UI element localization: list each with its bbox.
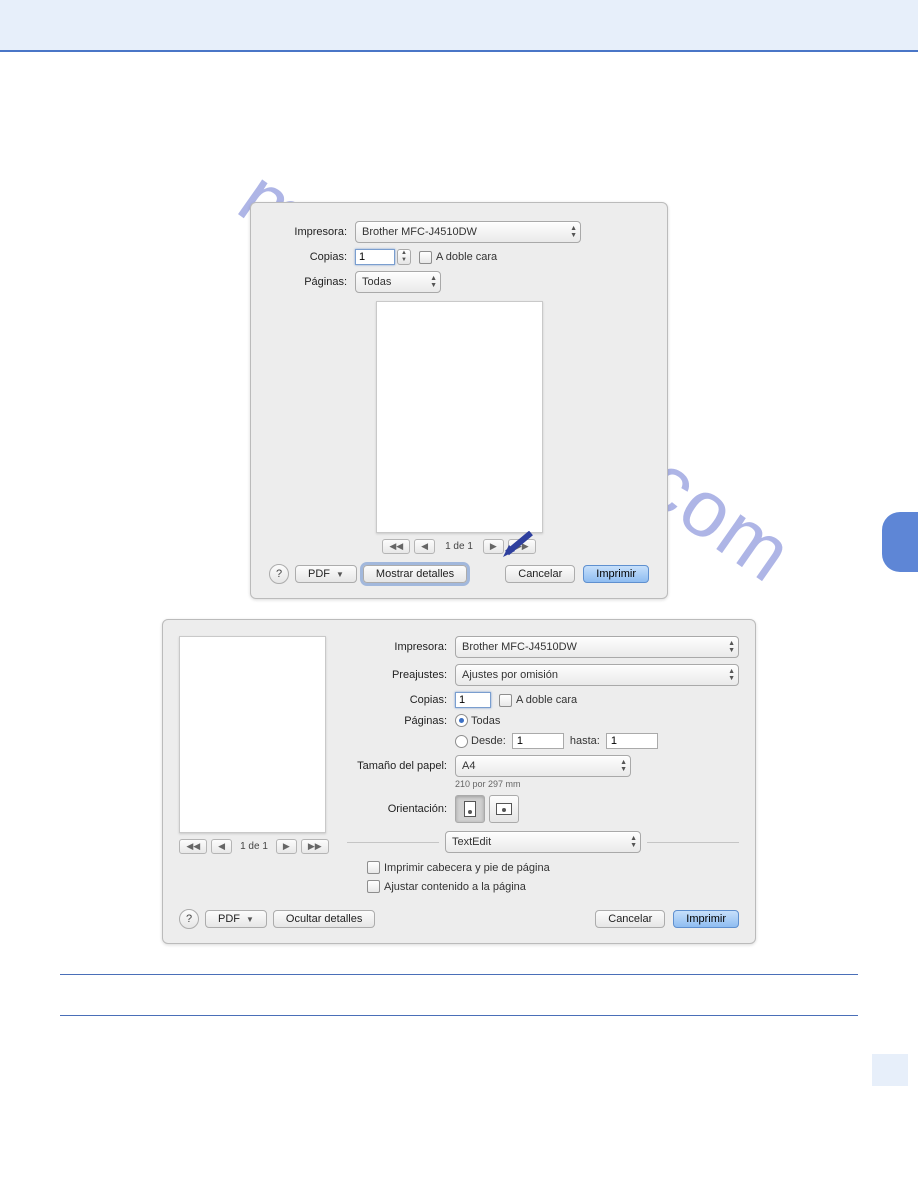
preview-nav: ◀◀ ◀ 1 de 1 ▶ ▶▶ [269, 539, 649, 554]
settings-pane: Impresora: Brother MFC-J4510DW ▲▼ Preaju… [347, 636, 739, 899]
printer-select[interactable]: Brother MFC-J4510DW ▲▼ [355, 221, 581, 243]
fit-content-checkbox[interactable] [367, 880, 380, 893]
printer-label: Impresora: [347, 641, 455, 653]
preview-pane: ◀◀ ◀ 1 de 1 ▶ ▶▶ [179, 636, 329, 899]
updown-icon: ▲▼ [630, 835, 637, 849]
twosided-label: A doble cara [516, 694, 577, 706]
first-page-button[interactable]: ◀◀ [179, 839, 207, 854]
pages-all-radio[interactable] [455, 714, 468, 727]
copies-stepper[interactable]: ▲▼ [397, 249, 411, 265]
twosided-label: A doble cara [436, 251, 497, 263]
page-content: manualshive.com Impresora: Brother MFC-J… [0, 52, 918, 1096]
prev-page-button[interactable]: ◀ [414, 539, 435, 554]
copies-label: Copias: [269, 251, 355, 263]
print-label: Imprimir [596, 568, 636, 580]
presets-value: Ajustes por omisión [462, 669, 558, 681]
print-dialog-compact: Impresora: Brother MFC-J4510DW ▲▼ Copias… [250, 202, 668, 599]
pages-select[interactable]: Todas ▲▼ [355, 271, 441, 293]
page-number-box [872, 1054, 908, 1086]
updown-icon: ▲▼ [430, 275, 437, 289]
arrow-callout-icon [501, 531, 535, 559]
cancel-label: Cancelar [608, 913, 652, 925]
cancel-button[interactable]: Cancelar [505, 565, 575, 583]
pages-label: Páginas: [269, 276, 355, 288]
pages-label: Páginas: [347, 715, 455, 727]
copies-input[interactable] [355, 249, 395, 265]
pages-range-radio[interactable] [455, 735, 468, 748]
pages-all-label: Todas [471, 715, 500, 727]
updown-icon: ▲▼ [728, 640, 735, 654]
orientation-label: Orientación: [347, 803, 455, 815]
pdf-label: PDF [218, 913, 240, 925]
papersize-value: A4 [462, 760, 475, 772]
next-page-button[interactable]: ▶ [276, 839, 297, 854]
copies-input[interactable] [455, 692, 491, 708]
from-label: Desde: [471, 735, 506, 747]
help-button[interactable]: ? [179, 909, 199, 929]
paper-dimensions: 210 por 297 mm [455, 779, 521, 789]
from-input[interactable] [512, 733, 564, 749]
dialog1-bottom-bar: ? PDF ▼ Mostrar detalles Cancelar Imprim… [269, 564, 649, 584]
pages-value: Todas [362, 276, 391, 288]
header-footer-label: Imprimir cabecera y pie de página [384, 862, 550, 874]
page-preview [376, 301, 543, 533]
show-details-button[interactable]: Mostrar detalles [363, 565, 467, 583]
orientation-landscape-button[interactable] [489, 795, 519, 823]
cancel-label: Cancelar [518, 568, 562, 580]
printer-label: Impresora: [269, 226, 355, 238]
last-page-button[interactable]: ▶▶ [301, 839, 329, 854]
papersize-select[interactable]: A4 ▲▼ [455, 755, 631, 777]
updown-icon: ▲▼ [570, 225, 577, 239]
hide-details-button[interactable]: Ocultar detalles [273, 910, 375, 928]
header-band [0, 0, 918, 52]
twosided-checkbox[interactable] [419, 251, 432, 264]
presets-select[interactable]: Ajustes por omisión ▲▼ [455, 664, 739, 686]
portrait-icon [464, 801, 476, 817]
help-button[interactable]: ? [269, 564, 289, 584]
triangle-down-icon: ▼ [336, 570, 344, 579]
section-divider [60, 974, 858, 975]
print-button[interactable]: Imprimir [673, 910, 739, 928]
pdf-label: PDF [308, 568, 330, 580]
pdf-menu-button[interactable]: PDF ▼ [295, 565, 357, 583]
first-page-button[interactable]: ◀◀ [382, 539, 410, 554]
twosided-checkbox[interactable] [499, 694, 512, 707]
section-select[interactable]: TextEdit ▲▼ [445, 831, 641, 853]
updown-icon: ▲▼ [620, 759, 627, 773]
updown-icon: ▲▼ [728, 668, 735, 682]
preview-nav: ◀◀ ◀ 1 de 1 ▶ ▶▶ [179, 839, 329, 854]
print-button[interactable]: Imprimir [583, 565, 649, 583]
dialog2-bottom-bar: ? PDF ▼ Ocultar detalles Cancelar Imprim… [179, 909, 739, 929]
page-preview [179, 636, 326, 833]
to-label: hasta: [570, 735, 600, 747]
print-dialog-expanded: ◀◀ ◀ 1 de 1 ▶ ▶▶ Impresora: Brother MFC-… [162, 619, 756, 944]
orientation-portrait-button[interactable] [455, 795, 485, 823]
page-indicator: 1 de 1 [445, 541, 473, 552]
header-footer-checkbox[interactable] [367, 861, 380, 874]
copies-label: Copias: [347, 694, 455, 706]
to-input[interactable] [606, 733, 658, 749]
triangle-down-icon: ▼ [246, 915, 254, 924]
fit-content-label: Ajustar contenido a la página [384, 881, 526, 893]
landscape-icon [496, 803, 512, 815]
section-value: TextEdit [452, 836, 491, 848]
show-details-label: Mostrar detalles [376, 568, 454, 580]
papersize-label: Tamaño del papel: [347, 760, 455, 772]
printer-value: Brother MFC-J4510DW [362, 226, 477, 238]
cancel-button[interactable]: Cancelar [595, 910, 665, 928]
printer-value: Brother MFC-J4510DW [462, 641, 577, 653]
presets-label: Preajustes: [347, 669, 455, 681]
printer-select[interactable]: Brother MFC-J4510DW ▲▼ [455, 636, 739, 658]
pdf-menu-button[interactable]: PDF ▼ [205, 910, 267, 928]
section-separator: TextEdit ▲▼ [347, 831, 739, 853]
section-divider [60, 1015, 858, 1016]
prev-page-button[interactable]: ◀ [211, 839, 232, 854]
print-label: Imprimir [686, 913, 726, 925]
hide-details-label: Ocultar detalles [286, 913, 362, 925]
page-indicator: 1 de 1 [240, 841, 268, 852]
side-tab [882, 512, 918, 572]
